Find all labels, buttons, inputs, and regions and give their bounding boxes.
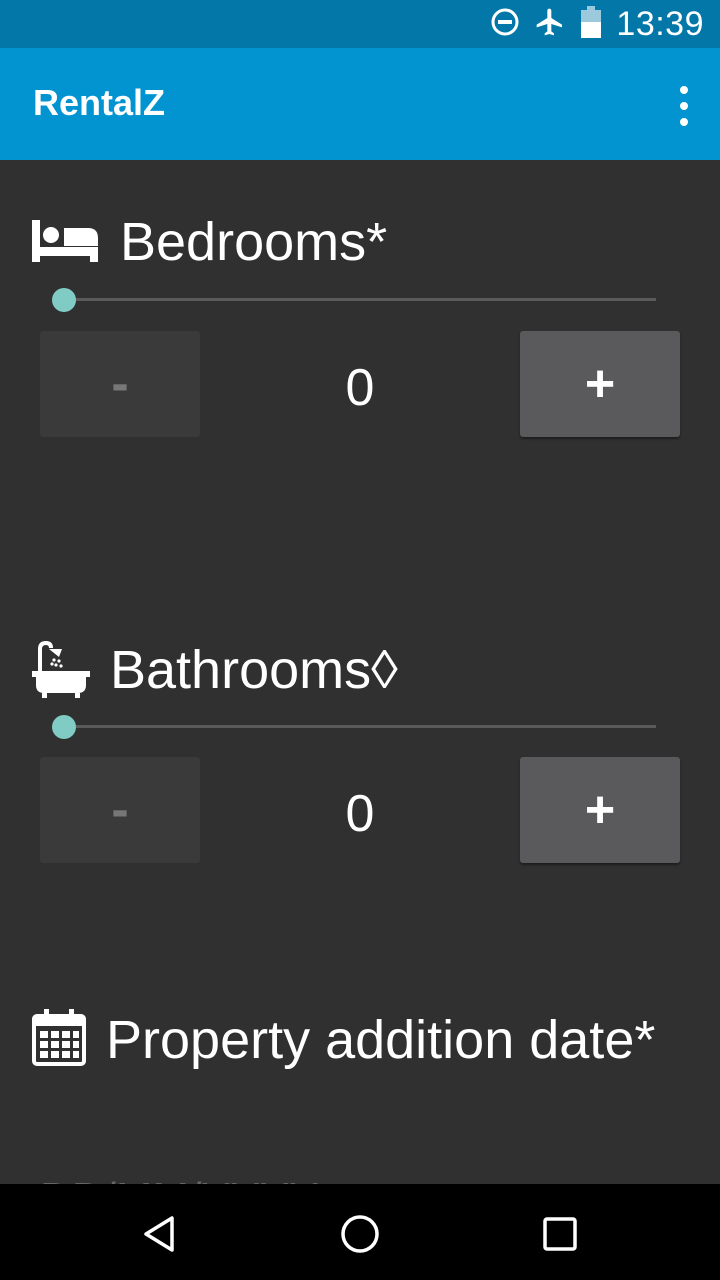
do-not-disturb-icon bbox=[490, 7, 520, 42]
calendar-icon bbox=[32, 1008, 86, 1066]
bathrooms-plus-button[interactable]: + bbox=[520, 757, 680, 863]
bedrooms-minus-button[interactable]: - bbox=[40, 331, 200, 437]
recents-icon[interactable] bbox=[532, 1206, 588, 1262]
back-icon[interactable] bbox=[132, 1206, 188, 1262]
bathrooms-slider-track bbox=[64, 725, 656, 728]
bedrooms-header: Bedrooms* bbox=[32, 210, 387, 274]
bedrooms-title: Bedrooms* bbox=[120, 212, 388, 272]
property-date-title: Property addition date* bbox=[106, 1010, 656, 1070]
bathrooms-title: Bathrooms◊ bbox=[110, 640, 398, 700]
bathtub-icon bbox=[32, 641, 90, 699]
bedrooms-value: 0 bbox=[345, 359, 375, 417]
bedrooms-slider[interactable] bbox=[52, 285, 656, 315]
home-icon[interactable] bbox=[332, 1206, 388, 1262]
bedrooms-slider-thumb[interactable] bbox=[52, 288, 76, 312]
bed-icon bbox=[32, 220, 98, 264]
status-icons: 13:39 bbox=[490, 0, 704, 48]
more-vert-icon[interactable] bbox=[672, 86, 696, 126]
bedrooms-plus-button[interactable]: + bbox=[520, 331, 680, 437]
app-title: RentalZ bbox=[33, 82, 166, 123]
battery-icon bbox=[580, 5, 602, 43]
navigation-bar bbox=[0, 1184, 720, 1280]
airplane-mode-icon bbox=[534, 6, 566, 43]
app-bar: RentalZ bbox=[0, 48, 720, 160]
bedrooms-slider-track bbox=[64, 298, 656, 301]
bathrooms-value: 0 bbox=[345, 785, 375, 843]
bathrooms-header: Bathrooms◊ bbox=[32, 638, 398, 702]
bathrooms-minus-button[interactable]: - bbox=[40, 757, 200, 863]
form-content[interactable]: Bedrooms* - 0 + Bathrooms◊ - 0 + Propert… bbox=[0, 160, 720, 1184]
bathrooms-slider-thumb[interactable] bbox=[52, 715, 76, 739]
bathrooms-slider[interactable] bbox=[52, 712, 656, 742]
property-date-input[interactable] bbox=[38, 1168, 682, 1184]
status-bar: 13:39 bbox=[0, 0, 720, 48]
status-time: 13:39 bbox=[616, 4, 704, 43]
